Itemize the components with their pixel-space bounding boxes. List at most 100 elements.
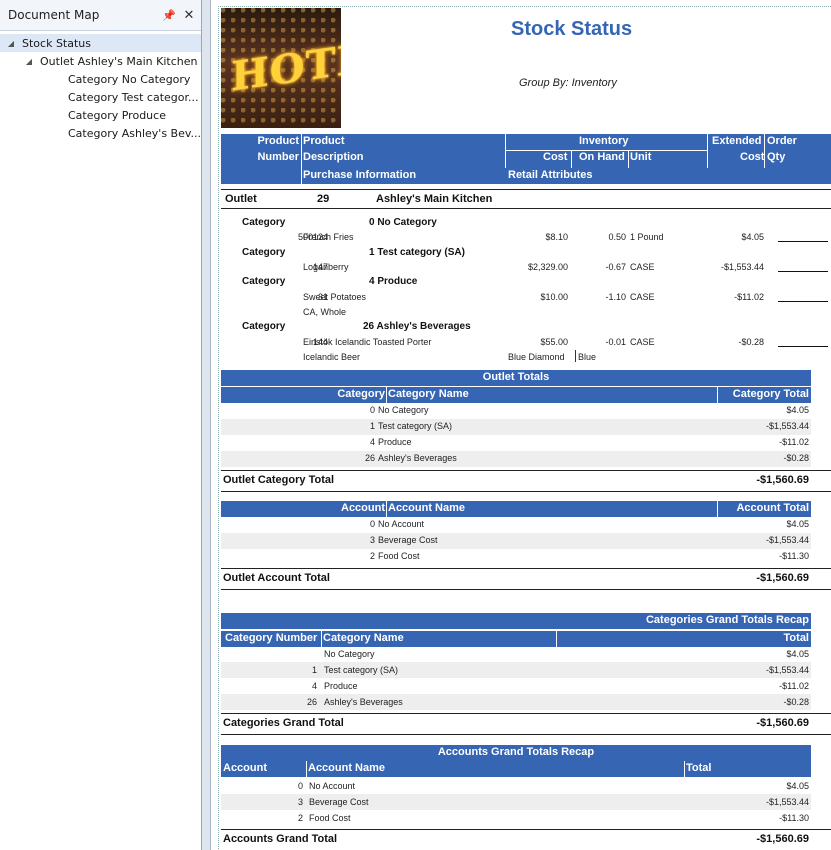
document-map-title: Document Map — [8, 8, 100, 22]
outlet-totals-title-bar: Outlet Totals — [221, 370, 811, 386]
splitter[interactable] — [202, 0, 210, 850]
table-cell-name: Ashley's Beverages — [324, 697, 403, 707]
close-icon[interactable]: ✕ — [181, 7, 197, 23]
table-cell-name: Produce — [378, 437, 412, 447]
product-description: Loganberry — [303, 262, 349, 272]
col-account-total: Account Total — [736, 502, 809, 514]
total-rule — [221, 734, 831, 735]
table-cell-name: Beverage Cost — [309, 797, 369, 807]
total-rule — [221, 491, 831, 492]
cat-recap-title-bar: Categories Grand Totals Recap — [221, 613, 811, 629]
table-cell-num: 0 — [369, 405, 375, 415]
collapse-triangle-icon[interactable]: ◢ — [24, 57, 34, 66]
table-cell-total: $4.05 — [786, 519, 809, 529]
table-cell-name: Produce — [324, 681, 358, 691]
categories-grand-total-label: Categories Grand Total — [223, 717, 344, 729]
accounts-grand-total-value: -$1,560.69 — [756, 833, 809, 845]
col-divider — [306, 761, 307, 777]
table-cell-name: Test category (SA) — [324, 665, 399, 675]
total-rule — [221, 470, 831, 471]
table-cell-total: -$1,553.44 — [765, 797, 809, 807]
order-qty-blank[interactable] — [778, 301, 828, 302]
col-divider — [556, 631, 557, 647]
category-title: 0 No Category — [369, 217, 437, 228]
header-retail-attributes: Retail Attributes — [508, 169, 593, 181]
document-map-header: Document Map 📌 ✕ — [0, 0, 201, 31]
product-unit: CASE — [630, 292, 655, 302]
acct-recap-title: Accounts Grand Totals Recap — [437, 746, 595, 758]
outlet-accounts-header: Account Account Name Account Total — [221, 501, 811, 517]
order-qty-blank[interactable] — [778, 271, 828, 272]
category-label: Category — [242, 247, 286, 258]
tree-item-label: Category Test categor... — [68, 90, 199, 104]
group-by-label: Group By: Inventory — [519, 77, 617, 89]
product-extended-cost: -$11.02 — [734, 292, 764, 302]
outlet-category-total-value: -$1,560.69 — [756, 474, 809, 486]
header-unit: Unit — [630, 151, 652, 163]
table-cell-name: No Account — [309, 781, 356, 791]
header-cost: Cost — [543, 151, 568, 163]
table-cell-num: 3 — [297, 797, 303, 807]
tree-item-category-produce[interactable]: Category Produce — [0, 106, 201, 124]
cat-recap-title: Categories Grand Totals Recap — [645, 614, 809, 626]
col-account-name: Account Name — [388, 502, 466, 514]
outlet-category-total-label: Outlet Category Total — [223, 474, 335, 486]
category-title: 1 Test category (SA) — [369, 247, 465, 258]
tree-item-category-beverages[interactable]: Category Ashley's Bev... — [0, 124, 201, 142]
row-stripe — [221, 662, 811, 678]
cat-recap-header: Category Number Category Name Total — [221, 631, 811, 647]
tree-item-outlet[interactable]: ◢ Outlet Ashley's Main Kitchen — [0, 52, 201, 70]
tree-item-category-test[interactable]: Category Test categor... — [0, 88, 201, 106]
col-category-total: Category Total — [732, 388, 809, 400]
header-product: Product — [257, 135, 299, 147]
outlet-rule — [221, 208, 831, 209]
retail-attribute-2: Blue — [578, 352, 597, 362]
table-cell-num: 1 — [311, 665, 317, 675]
order-qty-blank[interactable] — [778, 241, 828, 242]
tree-item-label: Category No Category — [68, 72, 191, 86]
table-cell-num: 0 — [369, 519, 375, 529]
tree-item-category-no-category[interactable]: Category No Category — [0, 70, 201, 88]
tree-item-stock-status[interactable]: ◢ Stock Status — [0, 34, 201, 52]
col-divider — [717, 501, 718, 517]
category-label: Category — [242, 276, 286, 287]
collapse-triangle-icon[interactable]: ◢ — [6, 39, 16, 48]
acct-recap-title-bar: Accounts Grand Totals Recap — [221, 745, 811, 761]
outlet-number: 29 — [317, 193, 330, 205]
product-cost: $55.00 — [540, 337, 568, 347]
header-qty: Qty — [767, 151, 786, 163]
document-map-tree: ◢ Stock Status ◢ Outlet Ashley's Main Ki… — [0, 31, 201, 142]
row-stripe — [221, 419, 811, 435]
col-category-name: Category Name — [388, 388, 469, 400]
outlet-account-total-value: -$1,560.69 — [756, 572, 809, 584]
product-unit: CASE — [630, 337, 655, 347]
table-cell-total: -$11.02 — [779, 681, 809, 691]
outlet-totals-title: Outlet Totals — [482, 371, 550, 383]
table-cell-name: No Category — [324, 649, 375, 659]
pin-icon[interactable]: 📌 — [161, 7, 177, 23]
order-qty-blank[interactable] — [778, 346, 828, 347]
category-title: 4 Produce — [369, 276, 418, 287]
tree-item-label: Category Ashley's Bev... — [68, 126, 201, 140]
header-inventory: Inventory — [579, 135, 629, 147]
table-cell-total: -$1,553.44 — [765, 665, 809, 675]
product-description: French Fries — [303, 232, 354, 242]
product-on-hand: 0.50 — [608, 232, 626, 242]
table-cell-total: -$11.02 — [779, 437, 809, 447]
product-description-sub: CA, Whole — [303, 307, 347, 317]
table-cell-total: -$11.30 — [779, 813, 809, 823]
table-cell-name: No Category — [378, 405, 429, 415]
product-extended-cost: -$1,553.44 — [720, 262, 764, 272]
product-on-hand: -0.01 — [605, 337, 626, 347]
table-cell-name: No Account — [378, 519, 425, 529]
total-rule — [221, 589, 831, 590]
product-description: Einstök Icelandic Toasted Porter — [303, 337, 432, 347]
col-account-name: Account Name — [308, 762, 386, 774]
header-extended: Extended — [712, 135, 762, 147]
table-cell-total: -$0.28 — [783, 453, 809, 463]
col-account: Account — [341, 502, 385, 514]
retail-attribute: Blue Diamond — [508, 352, 565, 362]
total-rule — [221, 568, 831, 569]
header-divider — [571, 150, 572, 168]
product-on-hand: -1.10 — [605, 292, 626, 302]
